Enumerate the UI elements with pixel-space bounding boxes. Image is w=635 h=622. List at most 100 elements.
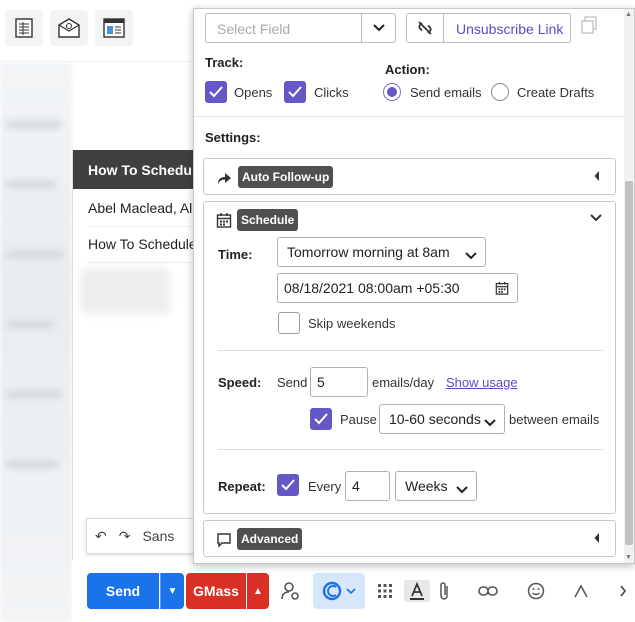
comment-icon xyxy=(216,532,232,548)
select-field-placeholder: Select Field xyxy=(217,21,291,37)
create-drafts-label: Create Drafts xyxy=(517,85,595,100)
panel-scrollbar[interactable]: ▲ ▼ xyxy=(624,9,634,563)
scroll-up-arrow[interactable]: ▲ xyxy=(625,11,632,18)
scroll-thumb[interactable] xyxy=(625,181,633,545)
between-emails-label: between emails xyxy=(509,412,600,427)
undo-icon[interactable]: ↶ xyxy=(95,528,107,545)
inbox-blurred xyxy=(0,62,72,622)
sheet-icon[interactable] xyxy=(5,10,43,46)
select-field-dropdown[interactable]: Select Field xyxy=(205,13,396,43)
chevron-left-icon[interactable] xyxy=(593,532,601,547)
calendar-picker-icon[interactable] xyxy=(495,281,509,298)
unsubscribe-link-button[interactable]: Unsubscribe Link xyxy=(406,13,571,43)
emails-per-day-value: 5 xyxy=(317,374,325,390)
action-heading: Action: xyxy=(385,62,430,77)
calendar-icon xyxy=(216,212,232,228)
blur-row xyxy=(6,390,62,399)
repeat-label: Repeat: xyxy=(218,479,266,494)
share-arrow-icon xyxy=(216,170,232,186)
send-word-label: Send xyxy=(277,375,308,390)
repeat-interval-input[interactable]: 4 xyxy=(345,471,390,501)
chevron-down-icon xyxy=(484,414,496,430)
attach-icon[interactable] xyxy=(433,580,455,602)
show-usage-link[interactable]: Show usage xyxy=(446,375,518,390)
blur-row xyxy=(6,120,61,129)
schedule-section: Schedule Time: Tomorrow morning at 8am 0… xyxy=(203,201,616,514)
track-heading: Track: xyxy=(205,55,244,70)
time-dropdown[interactable]: Tomorrow morning at 8am xyxy=(277,237,486,267)
text-color-icon[interactable] xyxy=(404,580,430,602)
blur-row xyxy=(6,180,56,189)
send-emails-radio[interactable] xyxy=(383,83,401,101)
chevron-down-icon xyxy=(465,247,477,263)
pause-option: 10-60 seconds xyxy=(389,411,481,427)
advanced-title: Advanced xyxy=(237,528,303,550)
chevron-down-icon xyxy=(346,588,356,595)
repeat-unit-dropdown[interactable]: Weeks xyxy=(395,471,477,501)
gmass-logo-icon xyxy=(322,581,342,601)
subject-field[interactable]: How To Schedule xyxy=(88,236,203,263)
opens-label: Opens xyxy=(234,85,273,100)
gmass-logo-button[interactable] xyxy=(313,573,365,609)
chevron-down-icon[interactable] xyxy=(361,14,395,42)
clicks-checkbox[interactable] xyxy=(284,81,306,103)
speed-label: Speed: xyxy=(218,375,262,390)
datetime-value: 08/18/2021 08:00am +05:30 xyxy=(284,280,460,296)
pause-label: Pause xyxy=(340,412,377,427)
skip-weekends-checkbox[interactable] xyxy=(278,312,300,334)
advanced-section[interactable]: Advanced xyxy=(203,520,616,557)
formatting-toolbar: ↶ ↷ Sans xyxy=(86,518,206,554)
scroll-down-arrow[interactable]: ▼ xyxy=(625,554,632,561)
apps-grid-icon[interactable] xyxy=(374,580,396,602)
send-emails-label: Send emails xyxy=(410,85,482,100)
template-icon[interactable] xyxy=(95,10,133,46)
divider xyxy=(218,350,603,351)
blur-row xyxy=(6,320,54,329)
chevron-down-icon xyxy=(456,481,468,497)
blur-row xyxy=(6,460,58,469)
skip-weekends-label: Skip weekends xyxy=(308,316,396,331)
repeat-interval-value: 4 xyxy=(352,478,360,494)
divider xyxy=(218,449,603,450)
auto-followup-section[interactable]: Auto Follow-up xyxy=(203,158,616,195)
every-label: Every xyxy=(308,479,342,494)
unsubscribe-label: Unsubscribe Link xyxy=(456,21,564,37)
time-label: Time: xyxy=(218,247,253,262)
create-drafts-radio[interactable] xyxy=(491,83,509,101)
send-button[interactable]: Send xyxy=(87,573,159,609)
time-option: Tomorrow morning at 8am xyxy=(287,244,450,260)
chevron-right-icon[interactable] xyxy=(612,580,634,602)
unlink-icon xyxy=(407,14,444,42)
link-icon[interactable] xyxy=(477,580,499,602)
repeat-unit-option: Weeks xyxy=(405,478,448,494)
person-settings-icon[interactable] xyxy=(280,580,302,602)
clicks-label: Clicks xyxy=(314,85,349,100)
divider xyxy=(194,116,626,117)
body-blurred xyxy=(80,268,170,314)
send-options-arrow[interactable]: ▼ xyxy=(160,573,184,609)
settings-heading: Settings: xyxy=(205,130,261,145)
copy-icon[interactable] xyxy=(580,16,598,34)
drive-icon[interactable] xyxy=(570,580,592,602)
emails-per-day-input[interactable]: 5 xyxy=(310,367,368,397)
email-at-icon[interactable] xyxy=(50,10,88,46)
opens-checkbox[interactable] xyxy=(205,81,227,103)
schedule-title: Schedule xyxy=(237,209,299,231)
datetime-input[interactable]: 08/18/2021 08:00am +05:30 xyxy=(277,273,518,303)
emoji-icon[interactable] xyxy=(525,580,547,602)
font-select[interactable]: Sans xyxy=(142,528,174,544)
blur-row xyxy=(6,250,64,259)
emails-per-day-label: emails/day xyxy=(372,375,435,390)
redo-icon[interactable]: ↷ xyxy=(119,528,131,545)
gmass-settings-arrow[interactable]: ▲ xyxy=(247,573,269,609)
pause-dropdown[interactable]: 10-60 seconds xyxy=(379,404,505,434)
to-field[interactable]: Abel Maclead, All xyxy=(88,200,203,227)
pause-checkbox[interactable] xyxy=(310,408,332,430)
chevron-down-icon[interactable] xyxy=(590,213,602,225)
gmass-settings-panel: Select Field Unsubscribe Link Track: Act… xyxy=(193,8,635,564)
gmass-button[interactable]: GMass xyxy=(186,573,246,609)
chevron-left-icon[interactable] xyxy=(593,170,601,185)
auto-followup-title: Auto Follow-up xyxy=(238,166,334,188)
repeat-checkbox[interactable] xyxy=(277,474,299,496)
compose-title: How To Schedule xyxy=(73,150,203,189)
